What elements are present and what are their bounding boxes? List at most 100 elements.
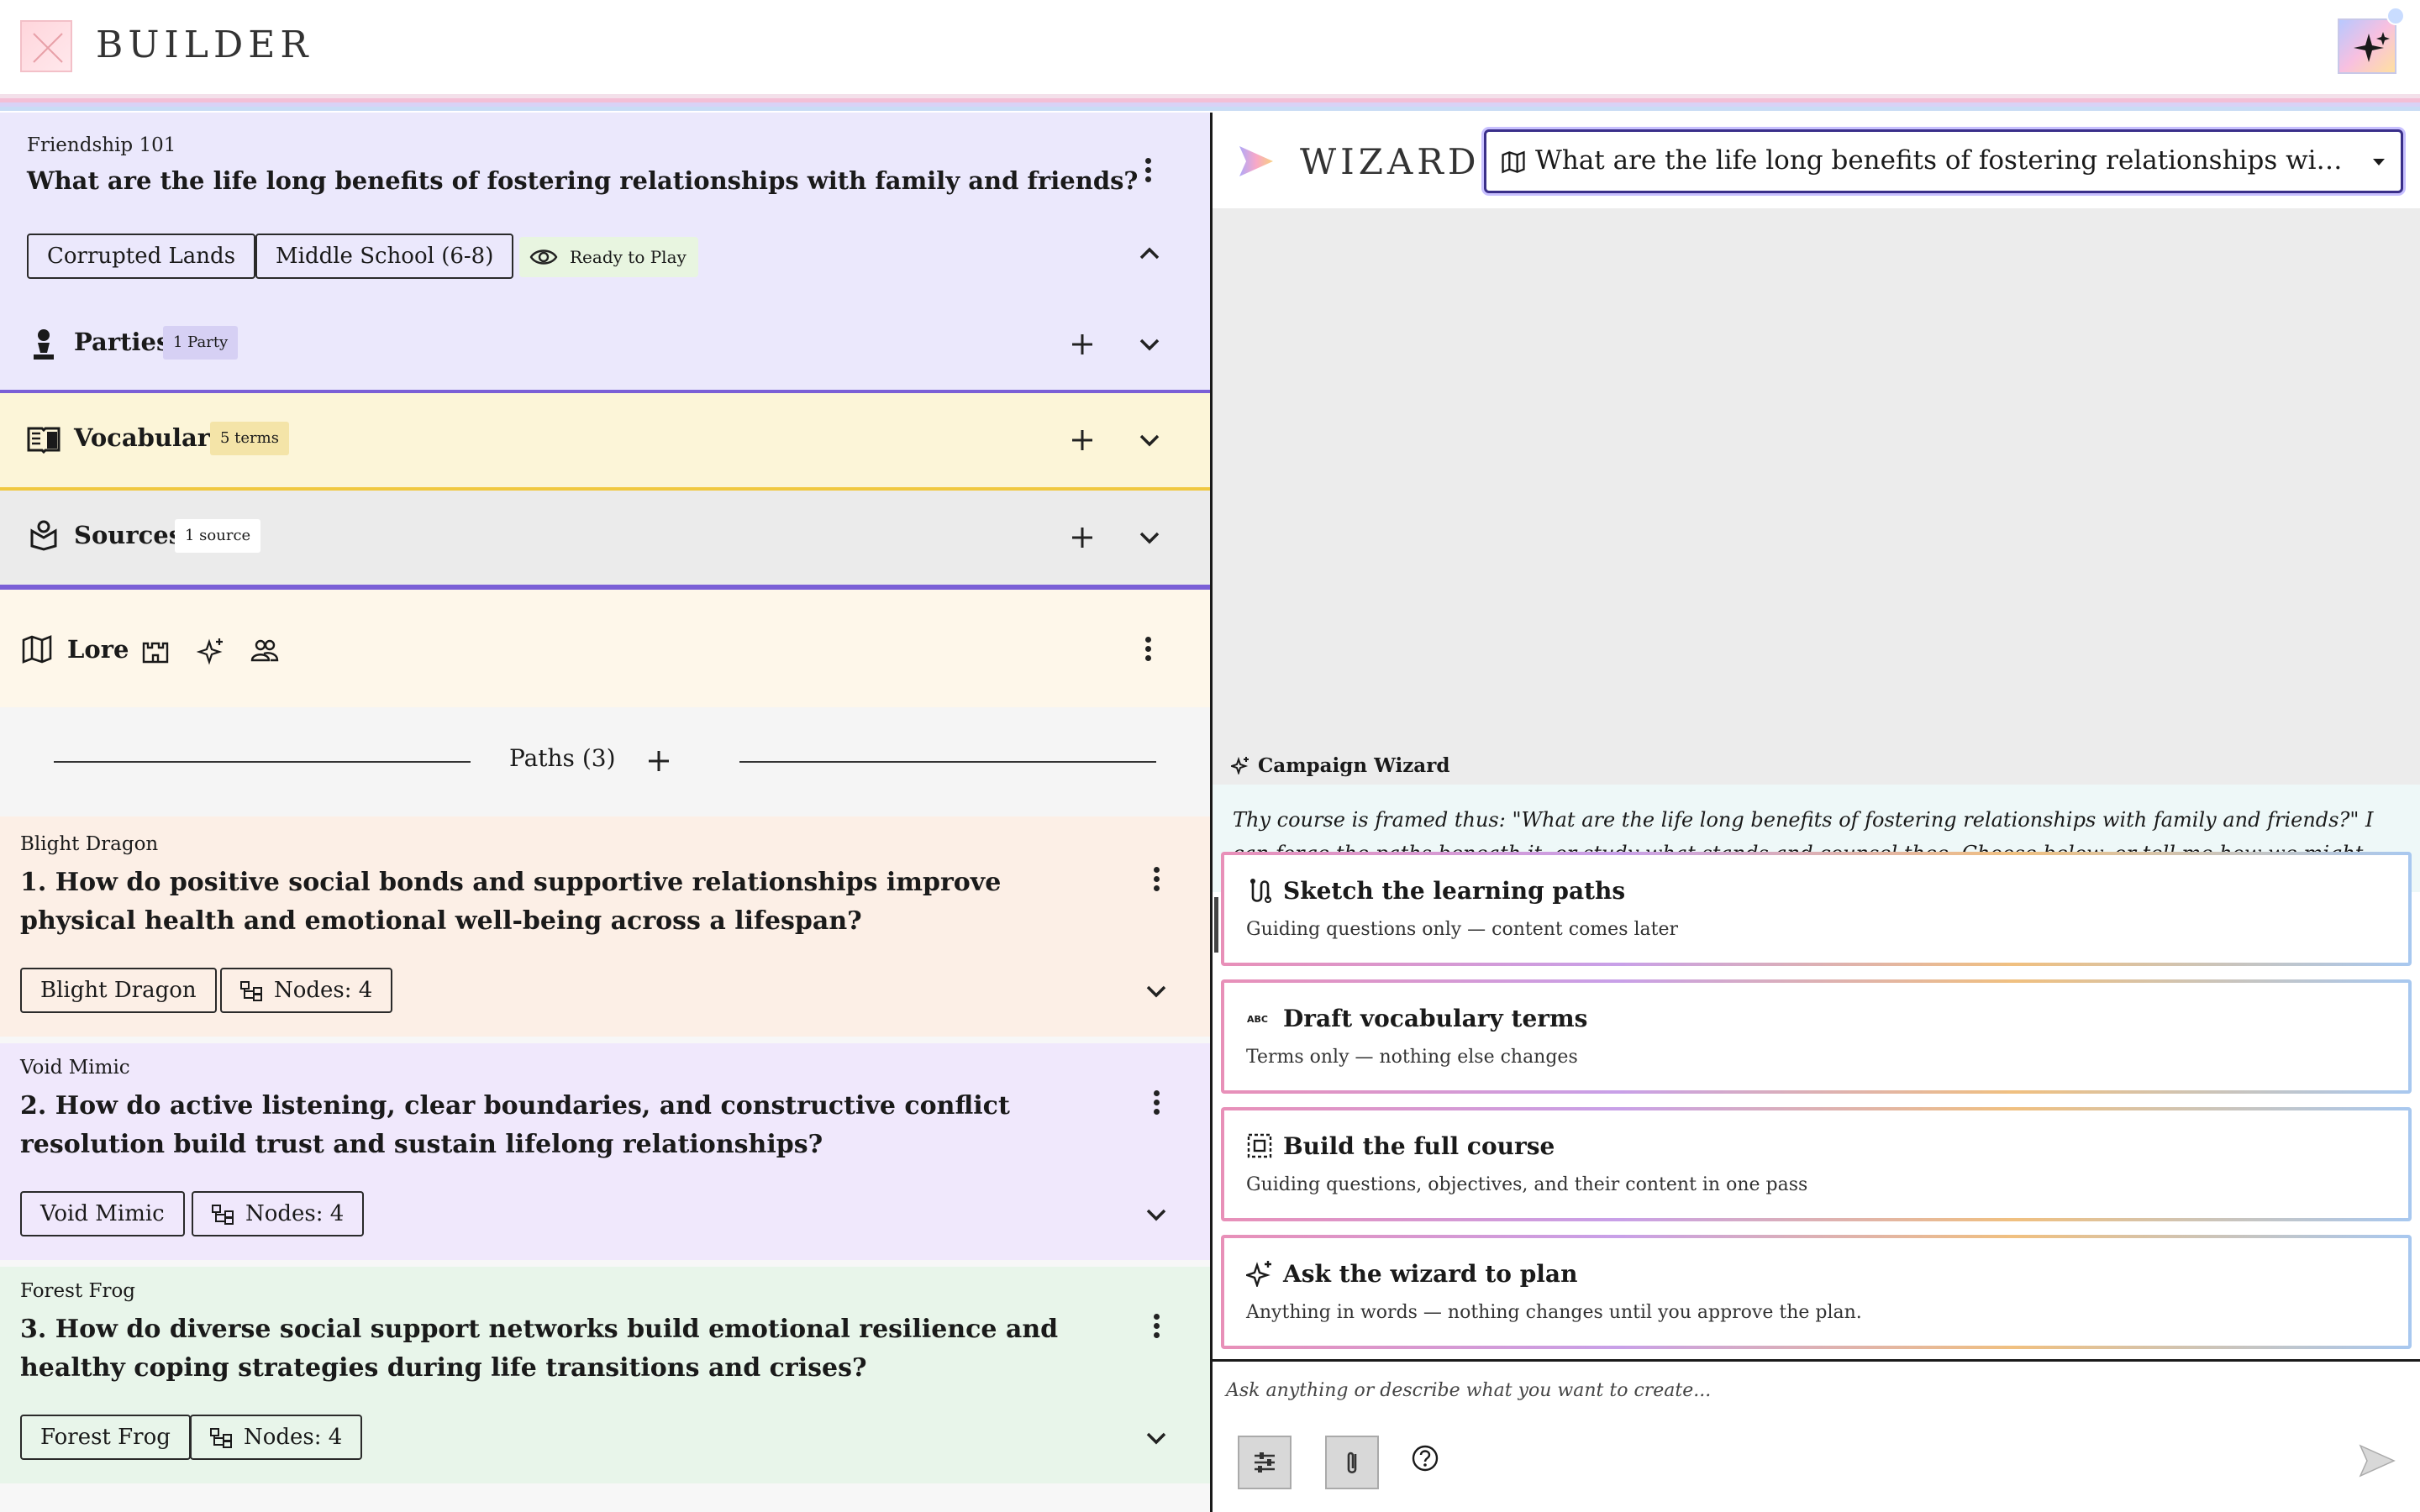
lore-more-icon[interactable] xyxy=(1139,633,1156,667)
card-gap xyxy=(0,1483,1210,1512)
divider-line xyxy=(739,761,1156,763)
chevron-down-icon[interactable] xyxy=(1138,973,1175,1010)
course-more-icon[interactable] xyxy=(1139,155,1156,188)
chevron-down-icon[interactable] xyxy=(1138,1420,1175,1457)
monster-chip[interactable]: Void Mimic xyxy=(20,1191,185,1236)
sparkle-icon xyxy=(1231,756,1249,774)
option-title: Build the full course xyxy=(1283,1132,1555,1160)
option-desc: Guiding questions, objectives, and their… xyxy=(1246,1174,1808,1195)
path-more-icon[interactable] xyxy=(1148,1087,1165,1121)
map-icon[interactable] xyxy=(22,635,52,664)
option-draft-vocabulary[interactable]: ABC Draft vocabulary terms Terms only — … xyxy=(1221,979,2412,1094)
lore-label: Lore xyxy=(67,635,129,664)
nodes-chip[interactable]: Nodes: 4 xyxy=(192,1191,365,1236)
tree-icon xyxy=(240,981,262,1001)
decorative-stripes xyxy=(0,94,2420,113)
option-desc: Guiding questions only — content comes l… xyxy=(1246,919,1679,940)
eye-icon xyxy=(529,249,558,265)
tree-icon xyxy=(212,1205,234,1225)
tree-icon xyxy=(210,1428,232,1448)
top-bar: BUILDER xyxy=(0,0,2420,94)
nodes-count: Nodes: 4 xyxy=(274,978,373,1003)
attach-button[interactable] xyxy=(1325,1436,1379,1489)
path-icon xyxy=(1250,879,1271,903)
path-monster: Blight Dragon xyxy=(20,833,159,855)
send-icon[interactable] xyxy=(2359,1444,2396,1478)
lore-section: Lore xyxy=(0,590,1210,707)
path-monster: Void Mimic xyxy=(20,1057,130,1079)
add-party-icon[interactable] xyxy=(1064,326,1101,363)
course-select[interactable]: What are the life long benefits of foste… xyxy=(1484,129,2403,193)
settings-button[interactable] xyxy=(1238,1436,1292,1489)
logo-icon[interactable] xyxy=(20,20,72,72)
help-icon[interactable] xyxy=(1411,1444,1439,1473)
sources-section[interactable]: Sources 1 source xyxy=(0,491,1210,585)
castle-icon[interactable] xyxy=(141,637,170,664)
chat-composer: Ask anything or describe what you want t… xyxy=(1213,1359,2420,1512)
tag-chip[interactable]: Corrupted Lands xyxy=(27,234,256,279)
parties-badge: 1 Party xyxy=(163,326,239,360)
nodes-chip[interactable]: Nodes: 4 xyxy=(190,1415,363,1460)
course-header: Friendship 101 What are the life long be… xyxy=(0,113,1210,390)
tag-chip[interactable]: Middle School (6-8) xyxy=(255,234,514,279)
sparkle-icon[interactable] xyxy=(197,637,225,665)
path-question: 1. How do positive social bonds and supp… xyxy=(20,868,1002,936)
sparkle-icon xyxy=(1246,1261,1271,1287)
option-title: Ask the wizard to plan xyxy=(1283,1260,1578,1288)
sources-label: Sources xyxy=(74,521,183,549)
path-card[interactable]: Void Mimic 2. How do active listening, c… xyxy=(0,1043,1210,1260)
path-question: 3. How do diverse social support network… xyxy=(20,1315,1059,1383)
app-brand: BUILDER xyxy=(96,24,313,66)
path-question: 2. How do active listening, clear bounda… xyxy=(20,1091,1010,1159)
option-ask-wizard[interactable]: Ask the wizard to plan Anything in words… xyxy=(1221,1235,2412,1349)
vocabulary-section[interactable]: Vocabulary 5 terms xyxy=(0,393,1210,487)
people-icon[interactable] xyxy=(250,638,279,664)
paths-title: Paths (3) xyxy=(509,744,616,772)
nodes-chip[interactable]: Nodes: 4 xyxy=(220,968,393,1013)
book-icon xyxy=(27,427,60,454)
wizard-panel: WIZARD What are the life long benefits o… xyxy=(1213,113,2420,1512)
chat-input[interactable]: Ask anything or describe what you want t… xyxy=(1226,1380,1711,1401)
wizard-logo-icon xyxy=(1239,146,1273,176)
course-name: Friendship 101 xyxy=(27,134,176,156)
wizard-header: WIZARD What are the life long benefits o… xyxy=(1213,113,2420,208)
option-title: Sketch the learning paths xyxy=(1283,877,1626,905)
add-path-icon[interactable] xyxy=(640,743,677,780)
abc-icon: ABC xyxy=(1247,1014,1268,1025)
path-card[interactable]: Blight Dragon 1. How do positive social … xyxy=(0,816,1210,1037)
paths-header: Paths (3) xyxy=(0,707,1210,816)
sources-icon xyxy=(30,520,57,551)
monster-chip[interactable]: Forest Frog xyxy=(20,1415,191,1460)
path-more-icon[interactable] xyxy=(1148,1310,1165,1344)
course-select-value: What are the life long benefits of foste… xyxy=(1535,145,2350,176)
status-badge: Ready to Play xyxy=(519,237,698,277)
option-sketch-paths[interactable]: Sketch the learning paths Guiding questi… xyxy=(1221,852,2412,966)
chevron-down-icon[interactable] xyxy=(1138,1196,1175,1233)
path-monster: Forest Frog xyxy=(20,1280,136,1302)
map-icon xyxy=(1502,150,1525,174)
path-card[interactable]: Forest Frog 3. How do diverse social sup… xyxy=(0,1267,1210,1483)
chevron-down-icon[interactable] xyxy=(1131,422,1168,459)
avatar[interactable] xyxy=(2338,18,2396,74)
path-more-icon[interactable] xyxy=(1148,864,1165,897)
chevron-up-icon[interactable] xyxy=(1131,235,1168,272)
sliders-icon xyxy=(1255,1452,1275,1473)
svg-text:ABC: ABC xyxy=(1247,1014,1268,1025)
assistant-label: Campaign Wizard xyxy=(1231,754,1449,777)
caret-down-icon xyxy=(2373,159,2385,165)
option-build-course[interactable]: Build the full course Guiding questions,… xyxy=(1221,1107,2412,1221)
chat-area: Campaign Wizard Thy course is framed thu… xyxy=(1213,208,2420,953)
monster-chip[interactable]: Blight Dragon xyxy=(20,968,217,1013)
vocabulary-label: Vocabulary xyxy=(74,423,224,452)
chevron-down-icon[interactable] xyxy=(1131,326,1168,363)
nodes-count: Nodes: 4 xyxy=(244,1425,343,1450)
divider-line xyxy=(54,761,471,763)
course-question: What are the life long benefits of foste… xyxy=(27,166,1139,195)
add-term-icon[interactable] xyxy=(1064,422,1101,459)
builder-panel: Friendship 101 What are the life long be… xyxy=(0,113,1210,1512)
resize-handle[interactable] xyxy=(1214,897,1218,953)
chevron-down-icon[interactable] xyxy=(1131,519,1168,556)
status-text: Ready to Play xyxy=(570,247,687,267)
wizard-title: WIZARD xyxy=(1300,141,1481,182)
add-source-icon[interactable] xyxy=(1064,519,1101,556)
